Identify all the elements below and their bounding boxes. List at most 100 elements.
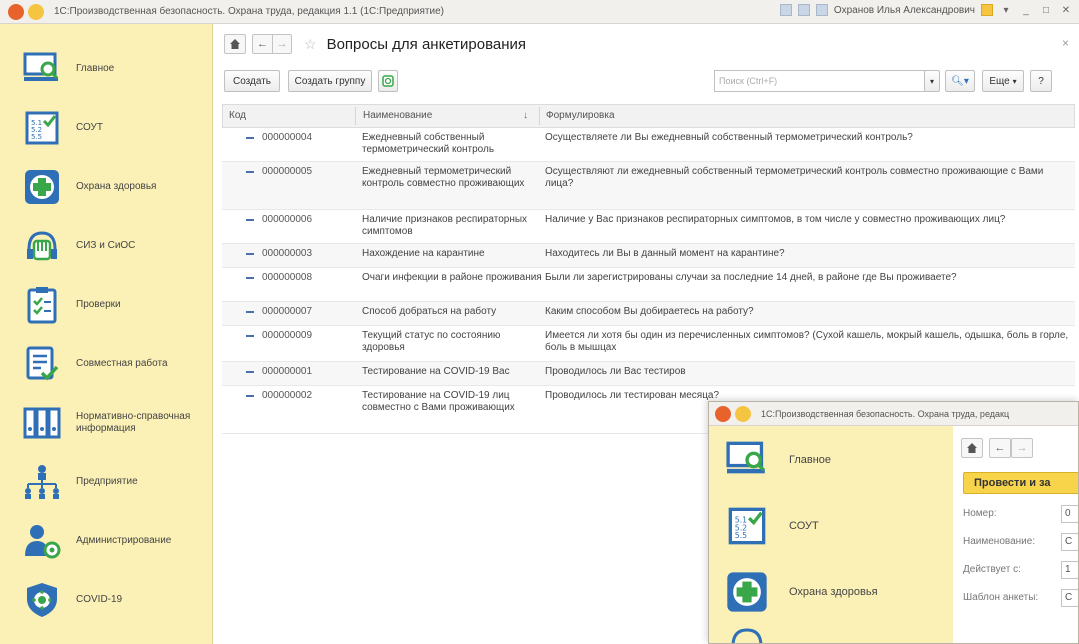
- sidebar-item-sout[interactable]: 5.1 5.2 5.5 СОУТ: [0, 99, 213, 157]
- sidebar-item-label: Нормативно-справочная информация: [76, 411, 191, 434]
- row-name: Ежедневный термометрический контроль сов…: [362, 166, 525, 189]
- row-code: 000000004: [262, 132, 313, 143]
- column-header-text[interactable]: Формулировка: [546, 105, 615, 127]
- menu-dropdown-icon[interactable]: ▾: [999, 5, 1013, 16]
- home-button[interactable]: [961, 438, 983, 458]
- row-text: Наличие у Вас признаков респираторных си…: [545, 214, 1006, 225]
- sidebar-item-main[interactable]: Главное: [0, 40, 213, 98]
- close-window-icon[interactable]: ✕: [1059, 5, 1073, 16]
- post-and-close-button[interactable]: Провести и за: [963, 472, 1078, 494]
- row-text: Были ли зарегистрированы случаи за после…: [545, 272, 957, 283]
- navigation-row: ← → ☆ Вопросы для анкетирования: [214, 24, 1079, 64]
- overlay-sidebar-item-partial[interactable]: [709, 626, 953, 643]
- row-code: 000000006: [262, 214, 313, 225]
- more-button[interactable]: Еще ▾: [982, 70, 1024, 92]
- overlay-sidebar-item-main[interactable]: Главное: [709, 430, 953, 490]
- home-button[interactable]: [224, 34, 246, 54]
- table-row[interactable]: 000000009 Текущий статус по состоянию зд…: [222, 326, 1075, 362]
- app-logo-icon: [8, 3, 24, 20]
- sidebar-item-reference[interactable]: Нормативно-справочная информация: [0, 394, 213, 452]
- menu-icon[interactable]: [735, 405, 751, 422]
- user-name[interactable]: Охранов Илья Александрович: [834, 5, 975, 16]
- history-icon[interactable]: [797, 4, 810, 16]
- sidebar-item-enterprise[interactable]: Предприятие: [0, 453, 213, 511]
- forward-button[interactable]: →: [272, 34, 292, 54]
- item-marker-icon: [246, 219, 254, 221]
- table-header: Код Наименование ↓ Формулировка: [222, 104, 1075, 128]
- table-row[interactable]: 000000008 Очаги инфекции в районе прожив…: [222, 268, 1075, 302]
- forward-button[interactable]: →: [1011, 438, 1033, 458]
- overlay-sidebar-item-sout[interactable]: 5.1 5.2 5.5 СОУТ: [709, 496, 953, 556]
- monitor-search-icon: [22, 49, 62, 89]
- sidebar-item-label: Охрана здоровья: [789, 586, 878, 598]
- row-code: 000000002: [262, 390, 313, 401]
- search-dropdown-button[interactable]: ▾: [924, 70, 940, 92]
- grid-view-icon[interactable]: [779, 4, 792, 16]
- table-row[interactable]: 000000007 Способ добраться на работу Как…: [222, 302, 1075, 326]
- column-header-code[interactable]: Код: [229, 105, 246, 127]
- row-text: Каким способом Вы добираетесь на работу?: [545, 306, 754, 317]
- search-input[interactable]: Поиск (Ctrl+F): [714, 70, 932, 92]
- sidebar-item-label: Совместная работа: [76, 358, 168, 369]
- template-field[interactable]: С: [1061, 589, 1078, 607]
- help-button[interactable]: ?: [1030, 70, 1052, 92]
- refresh-button[interactable]: [378, 70, 398, 92]
- sidebar-item-label: СОУТ: [76, 122, 104, 133]
- row-text: Имеется ли хотя бы один из перечисленных…: [545, 330, 1069, 353]
- overlay-titlebar: 1С:Производственная безопасность. Охрана…: [709, 402, 1078, 426]
- maximize-icon[interactable]: □: [1039, 5, 1053, 16]
- sort-arrow-icon[interactable]: ↓: [523, 105, 528, 127]
- sections-sidebar: Главное 5.1 5.2 5.5 СОУТ Охрана здоровья С…: [0, 24, 213, 644]
- sidebar-item-covid[interactable]: COVID-19: [0, 571, 213, 629]
- row-code: 000000008: [262, 272, 313, 283]
- row-code: 000000009: [262, 330, 313, 341]
- monitor-search-icon: [723, 436, 771, 484]
- favorites-icon[interactable]: [815, 4, 828, 16]
- close-form-icon[interactable]: ×: [1062, 36, 1069, 50]
- item-marker-icon: [246, 137, 254, 139]
- window-title: 1С:Производственная безопасность. Охрана…: [54, 6, 444, 17]
- valid-from-field[interactable]: 1: [1061, 561, 1078, 579]
- row-name: Очаги инфекции в районе проживания: [362, 272, 542, 283]
- table-row[interactable]: 000000005 Ежедневный термометрический ко…: [222, 162, 1075, 210]
- sidebar-item-admin[interactable]: Администрирование: [0, 512, 213, 570]
- glove-icon: [723, 626, 771, 643]
- page-title: Вопросы для анкетирования: [326, 35, 527, 53]
- back-button[interactable]: ←: [252, 34, 272, 54]
- window-titlebar: 1С:Производственная безопасность. Охрана…: [0, 0, 1079, 24]
- table-row[interactable]: 000000004 Ежедневный собственный термоме…: [222, 128, 1075, 162]
- glove-icon: [22, 226, 62, 266]
- minimize-icon[interactable]: _: [1019, 5, 1033, 16]
- create-group-button[interactable]: Создать группу: [288, 70, 372, 92]
- info-icon[interactable]: [981, 4, 993, 16]
- svg-text:5.5: 5.5: [31, 133, 42, 141]
- item-marker-icon: [246, 395, 254, 397]
- table-row[interactable]: 000000003 Нахождение на карантине Находи…: [222, 244, 1075, 268]
- overlay-sidebar-item-health[interactable]: Охрана здоровья: [709, 562, 953, 622]
- sidebar-item-ppe[interactable]: СИЗ и СиОС: [0, 217, 213, 275]
- sidebar-item-collaboration[interactable]: Совместная работа: [0, 335, 213, 393]
- table-row[interactable]: 000000006 Наличие признаков респираторны…: [222, 210, 1075, 244]
- favorite-star-icon[interactable]: ☆: [304, 36, 317, 53]
- sidebar-item-health[interactable]: Охрана здоровья: [0, 158, 213, 216]
- back-button[interactable]: ←: [989, 438, 1011, 458]
- item-marker-icon: [246, 171, 254, 173]
- row-text: Осуществляете ли Вы ежедневный собственн…: [545, 132, 913, 143]
- name-field[interactable]: С: [1061, 533, 1078, 551]
- sidebar-item-label: COVID-19: [76, 594, 123, 605]
- number-field[interactable]: 0: [1061, 505, 1078, 523]
- sidebar-item-inspections[interactable]: Проверки: [0, 276, 213, 334]
- search-button[interactable]: 🔍︎▾: [945, 70, 975, 92]
- row-name: Тестирование на COVID-19 лиц совместно с…: [362, 390, 515, 413]
- row-name: Способ добраться на работу: [362, 306, 497, 317]
- sidebar-item-label: СИЗ и СиОС: [76, 240, 136, 251]
- home-icon: [230, 39, 240, 49]
- item-marker-icon: [246, 371, 254, 373]
- titlebar-controls: Охранов Илья Александрович ▾ _ □ ✕: [779, 4, 1073, 16]
- row-code: 000000001: [262, 366, 313, 377]
- column-header-name[interactable]: Наименование: [363, 105, 432, 127]
- menu-icon[interactable]: [28, 3, 44, 20]
- list-toolbar: Создать Создать группу Поиск (Ctrl+F) ▾ …: [214, 70, 1079, 94]
- create-button[interactable]: Создать: [224, 70, 280, 92]
- table-row[interactable]: 000000001 Тестирование на COVID-19 Вас П…: [222, 362, 1075, 386]
